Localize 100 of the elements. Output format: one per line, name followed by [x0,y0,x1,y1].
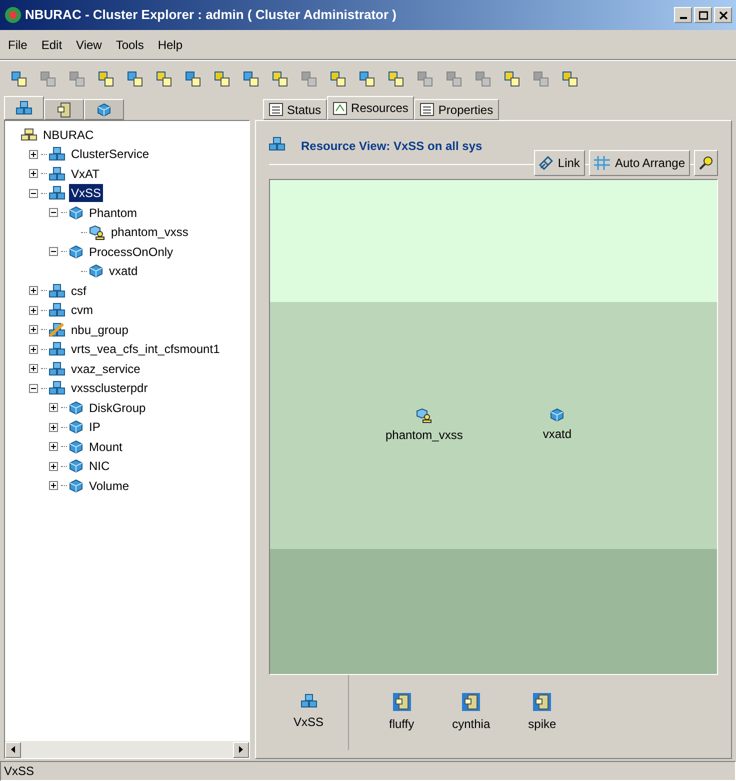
cube-icon [69,459,83,474]
collapse-toggle[interactable] [29,384,38,393]
collapse-toggle[interactable] [29,188,38,198]
expand-toggle[interactable] [29,364,38,374]
tab[interactable]: Status [263,99,328,120]
expand-toggle[interactable] [29,169,38,178]
tree-item[interactable]: Volume [87,476,132,495]
expand-toggle[interactable] [49,403,58,412]
scroll-left-button[interactable] [5,742,21,758]
cluster-icon [21,128,37,142]
expand-toggle[interactable] [49,422,58,432]
group-icon [49,362,65,376]
plus-icon [31,308,36,313]
magnifier-icon [699,156,713,170]
menu-item[interactable]: Tools [116,36,144,54]
system-label: spike [528,716,556,732]
toolbar-icon [68,70,86,88]
tree-item[interactable]: phantom_vxss [109,223,190,242]
tree-item[interactable]: NBURAC [41,126,96,144]
expand-toggle[interactable] [29,325,38,334]
tree-item[interactable]: vxaz_service [69,360,142,378]
plus-icon [31,288,36,294]
tree-item[interactable]: cvm [69,301,95,320]
horizontal-scrollbar[interactable] [5,741,249,758]
close-button[interactable] [714,7,732,23]
tree-item[interactable]: ClusterService [69,145,152,164]
expand-toggle[interactable] [49,462,58,471]
tree-item[interactable]: ProcessOnOnly [87,242,176,261]
cube-icon [69,400,83,415]
group-icon [49,284,65,298]
toolbar-button[interactable]: Link [534,150,585,176]
system-label: fluffy [389,716,414,732]
minus-icon [31,386,36,391]
resource-person-icon [89,224,105,240]
right-arrow-icon [239,746,243,753]
view-tab[interactable] [4,96,44,120]
expand-toggle[interactable] [49,481,58,490]
view-tab[interactable] [44,99,84,120]
tree-item[interactable]: IP [87,418,102,436]
server-icon [462,692,480,710]
menu-item[interactable]: Help [158,36,183,54]
cube-icon [69,420,83,434]
maximize-icon [698,10,708,20]
tree-item[interactable]: VxAT [69,164,102,183]
toolbar-icon [126,70,144,88]
find-button[interactable] [694,150,718,176]
menu-item[interactable]: View [76,36,102,54]
graph-node-label: phantom_vxss [385,426,463,444]
minus-icon [51,249,56,254]
toolbar-icon [97,70,115,88]
tree-item[interactable]: VxSS [69,184,104,202]
tab[interactable]: Resources [327,96,414,120]
cube-icon [69,206,83,220]
tree-item[interactable]: DiskGroup [87,398,148,417]
resource-icon [550,408,564,422]
group-tab-icon [16,101,32,115]
expand-toggle[interactable] [29,150,38,159]
expand-toggle[interactable] [29,286,38,296]
tree-item[interactable]: vrts_vea_cfs_int_cfsmount1 [69,340,222,358]
collapse-toggle[interactable] [49,247,58,256]
menu-item[interactable]: Edit [41,36,62,54]
cube-tab-icon [97,102,111,116]
link-icon [538,156,553,170]
toolbar-button[interactable]: Auto Arrange [588,150,690,176]
toolbar-icon [387,70,405,88]
scroll-right-button[interactable] [233,742,249,758]
toolbar-icon [561,70,579,88]
resource-person-icon [416,408,432,422]
toolbar-icon [10,70,28,88]
toolbar-icon [445,70,463,88]
cube-icon [69,440,83,454]
expand-toggle[interactable] [49,442,58,452]
minus-icon [51,210,56,216]
expand-toggle[interactable] [29,306,38,315]
expand-toggle[interactable] [29,344,38,354]
tab[interactable]: Properties [414,99,500,120]
system-label: cynthia [452,716,490,732]
group-icon [49,303,65,318]
minimize-button[interactable] [674,7,692,23]
toolbar-icon [39,70,57,88]
tree-item[interactable]: NIC [87,457,112,476]
tree-item[interactable]: nbu_group [69,320,130,339]
view-tab[interactable] [84,99,124,120]
plus-icon [51,405,56,410]
collapse-toggle[interactable] [49,208,58,218]
cube-icon [69,478,83,493]
menu-item[interactable]: File [8,36,28,54]
grid-icon [594,156,610,170]
tree-item[interactable]: csf [69,282,88,300]
maximize-button[interactable] [694,7,712,23]
toolbar-icon [329,70,347,88]
toolbar-icon [474,70,492,88]
group-icon [49,186,65,200]
tree-item[interactable]: Mount [87,438,124,456]
tree-item[interactable]: Phantom [87,204,140,222]
tree-item[interactable]: vxatd [107,262,140,280]
app-icon [4,6,22,24]
toolbar-icon [242,70,260,88]
tree-item[interactable]: vxssclusterpdr [69,379,150,398]
resource-icon [89,264,103,278]
